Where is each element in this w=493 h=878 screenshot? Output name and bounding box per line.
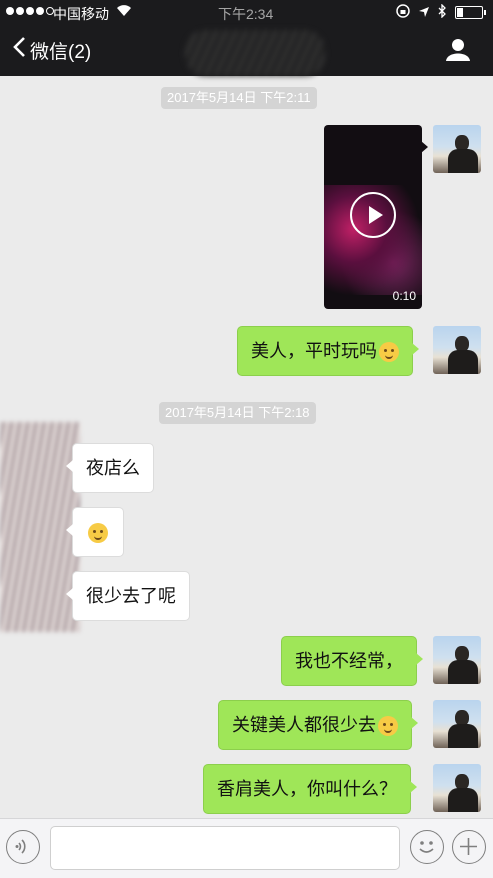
outgoing-message[interactable]: 关键美人都很少去 — [218, 700, 418, 750]
location-icon — [418, 5, 430, 21]
top-bar: 中国移动 下午2:34 微信(2) — [0, 0, 493, 76]
flushed-emoji-icon — [88, 523, 108, 544]
bluetooth-icon — [438, 3, 447, 21]
message-timestamp: 2017年5月14日 下午2:18 — [159, 402, 316, 424]
video-message[interactable]: 0:10 — [324, 125, 422, 309]
plus-icon — [460, 838, 477, 855]
wifi-icon — [116, 3, 132, 20]
rotation-lock-icon — [396, 4, 410, 21]
emoji-face-icon — [419, 841, 434, 853]
voice-icon — [15, 839, 26, 854]
chat-title-redacted — [185, 30, 325, 76]
more-options-button[interactable] — [452, 830, 486, 864]
my-avatar[interactable] — [433, 700, 481, 748]
my-avatar[interactable] — [433, 636, 481, 684]
message-input[interactable] — [50, 826, 400, 870]
back-button[interactable]: 微信(2) — [12, 36, 91, 64]
outgoing-message[interactable]: 美人，平时玩吗 — [237, 326, 419, 376]
chat-info-person-icon[interactable] — [445, 38, 471, 67]
message-timestamp: 2017年5月14日 下午2:11 — [161, 87, 317, 109]
incoming-message[interactable] — [66, 507, 124, 557]
status-time: 下午2:34 — [218, 6, 274, 22]
incoming-message[interactable]: 夜店么 — [66, 443, 154, 493]
video-duration: 0:10 — [392, 289, 416, 303]
voice-input-button[interactable] — [6, 830, 40, 864]
my-avatar[interactable] — [433, 125, 481, 173]
back-label: 微信(2) — [30, 41, 92, 63]
battery-icon — [455, 6, 486, 19]
play-icon — [350, 192, 396, 238]
hug-emoji-icon — [378, 716, 398, 737]
my-avatar[interactable] — [433, 764, 481, 812]
outgoing-message[interactable]: 香肩美人，你叫什么？ — [203, 764, 417, 814]
message-text: 关键美人都很少去 — [232, 715, 376, 735]
smile-emoji-icon — [379, 342, 399, 363]
message-input-bar — [0, 818, 493, 878]
my-avatar[interactable] — [433, 326, 481, 374]
chevron-left-icon — [12, 36, 26, 64]
emoji-button[interactable] — [410, 830, 444, 864]
incoming-message[interactable]: 很少去了呢 — [66, 571, 190, 621]
signal-strength-icon — [6, 7, 54, 15]
outgoing-message[interactable]: 我也不经常， — [281, 636, 423, 686]
carrier-name: 中国移动 — [53, 6, 109, 22]
status-bar: 中国移动 下午2:34 — [0, 0, 493, 24]
message-text: 美人，平时玩吗 — [251, 341, 377, 361]
